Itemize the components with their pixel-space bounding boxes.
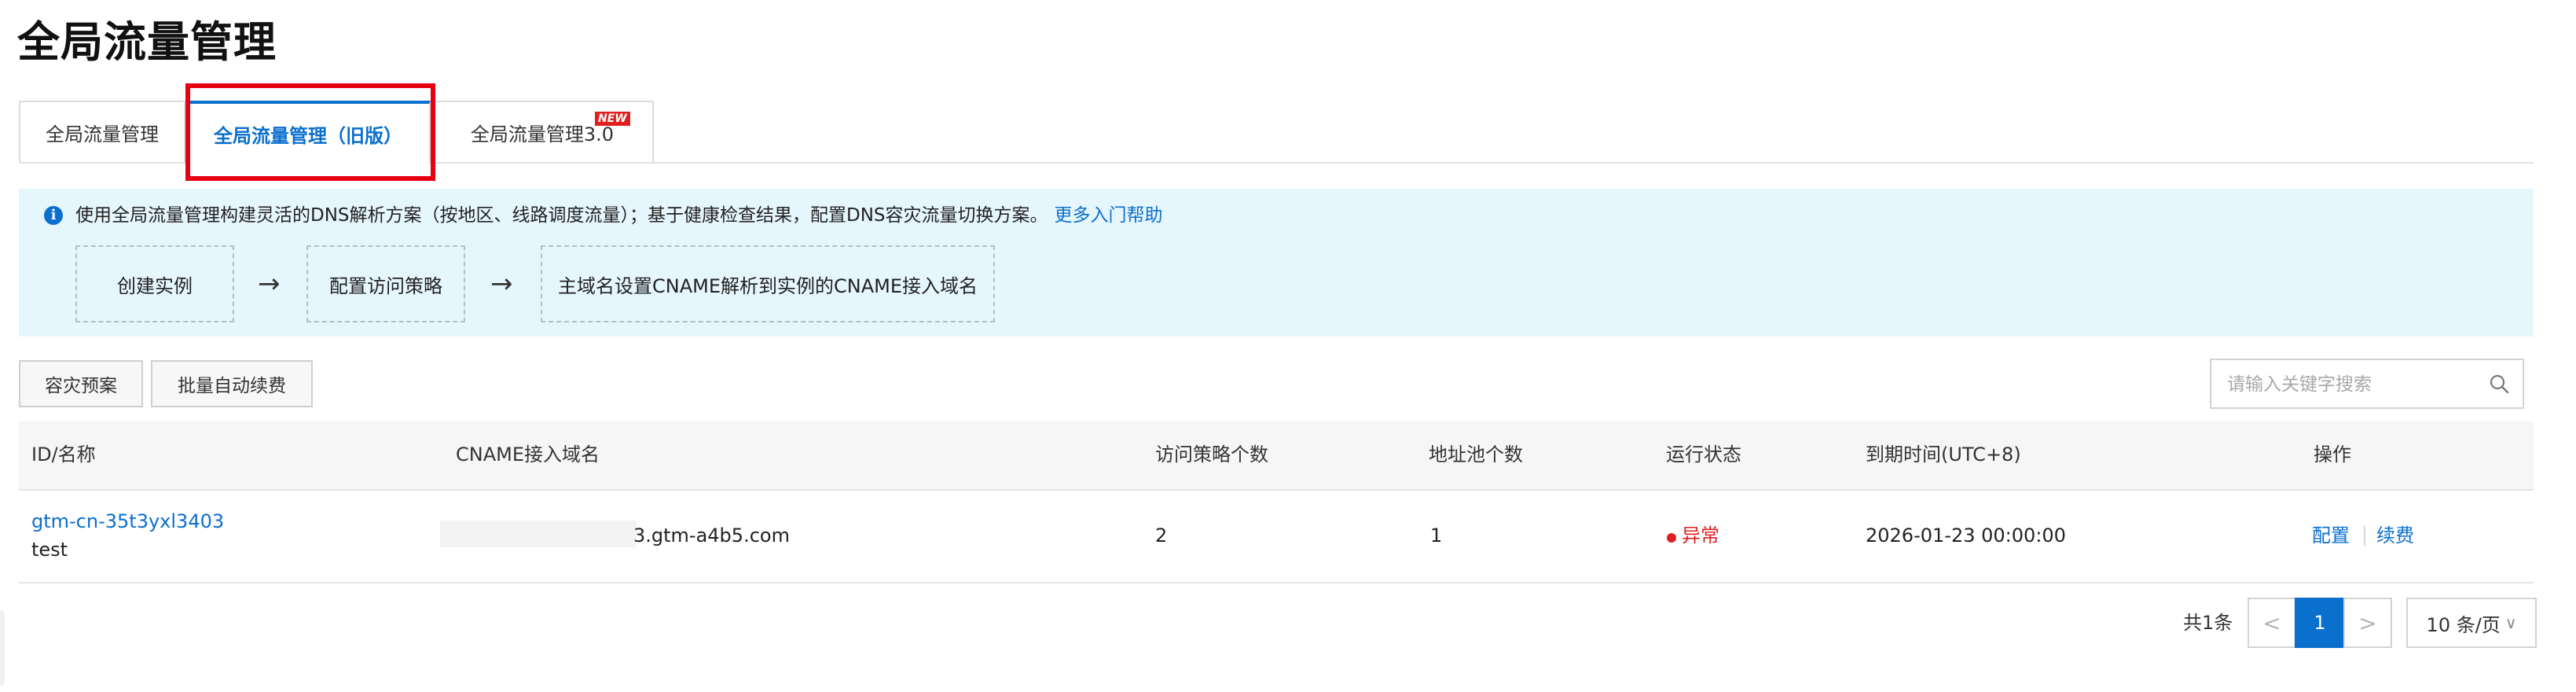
column-status: 运行状态 — [1666, 444, 1741, 466]
expire-time: 2026-01-23 00:00:00 — [1866, 525, 2066, 547]
redacted-area — [440, 521, 637, 547]
notice-message: 使用全局流量管理构建灵活的DNS解析方案（按地区、线路调度流量）；基于健康检查结… — [75, 205, 1048, 226]
search-box — [2210, 359, 2524, 409]
tab-global-traffic-3[interactable]: 全局流量管理3.0 — [431, 101, 654, 162]
column-actions: 操作 — [2314, 444, 2351, 466]
column-expire-time: 到期时间(UTC+8) — [1866, 444, 2021, 466]
renew-link[interactable]: 续费 — [2376, 522, 2414, 549]
next-page-button[interactable]: > — [2343, 598, 2392, 648]
pool-count: 1 — [1430, 525, 1443, 547]
cname-domain: 3.gtm-a4b5.com — [633, 525, 790, 547]
status-badge: 异常 — [1682, 525, 1719, 547]
batch-auto-renew-button[interactable]: 批量自动续费 — [151, 360, 313, 407]
step-set-cname: 主域名设置CNAME解析到实例的CNAME接入域名 — [541, 245, 995, 322]
table-row-divider — [19, 582, 2534, 583]
column-pool-count: 地址池个数 — [1429, 444, 1523, 466]
step-create-instance: 创建实例 — [75, 245, 234, 322]
help-link[interactable]: 更多入门帮助 — [1055, 205, 1163, 226]
configure-link[interactable]: 配置 — [2312, 522, 2350, 549]
arrow-right-icon: → — [258, 268, 281, 300]
instance-id-link[interactable]: gtm-cn-35t3yxl3403 — [31, 508, 224, 535]
tab-global-traffic[interactable]: 全局流量管理 — [19, 101, 185, 162]
search-icon[interactable] — [2488, 373, 2510, 395]
instance-name: test — [31, 539, 68, 561]
page-size-select[interactable]: 10 条/页 ∨ — [2406, 598, 2537, 648]
page-size-value: 10 条/页 — [2426, 613, 2501, 636]
action-divider — [2364, 525, 2365, 546]
info-icon: i — [44, 206, 63, 225]
prev-page-button[interactable]: < — [2248, 598, 2296, 648]
chevron-down-icon: ∨ — [2504, 613, 2517, 632]
page-title: 全局流量管理 — [17, 17, 277, 67]
new-badge: NEW — [595, 112, 630, 126]
notice-text: 使用全局流量管理构建灵活的DNS解析方案（按地区、线路调度流量）；基于健康检查结… — [75, 203, 1163, 228]
search-input[interactable] — [2226, 360, 2480, 409]
page-1-button[interactable]: 1 — [2295, 598, 2345, 648]
status-dot-icon — [1667, 533, 1676, 543]
column-cname: CNAME接入域名 — [456, 444, 600, 466]
table-header — [19, 421, 2534, 491]
arrow-right-icon: → — [490, 268, 513, 300]
step-configure-policy: 配置访问策略 — [306, 245, 465, 322]
disaster-recovery-button[interactable]: 容灾预案 — [19, 360, 143, 407]
policy-count: 2 — [1155, 525, 1168, 547]
side-handle — [0, 610, 5, 686]
total-count: 共1条 — [2183, 612, 2233, 634]
column-id-name: ID/名称 — [31, 444, 96, 466]
column-policy-count: 访问策略个数 — [1155, 444, 1268, 466]
tab-global-traffic-legacy[interactable]: 全局流量管理（旧版） — [185, 101, 431, 164]
